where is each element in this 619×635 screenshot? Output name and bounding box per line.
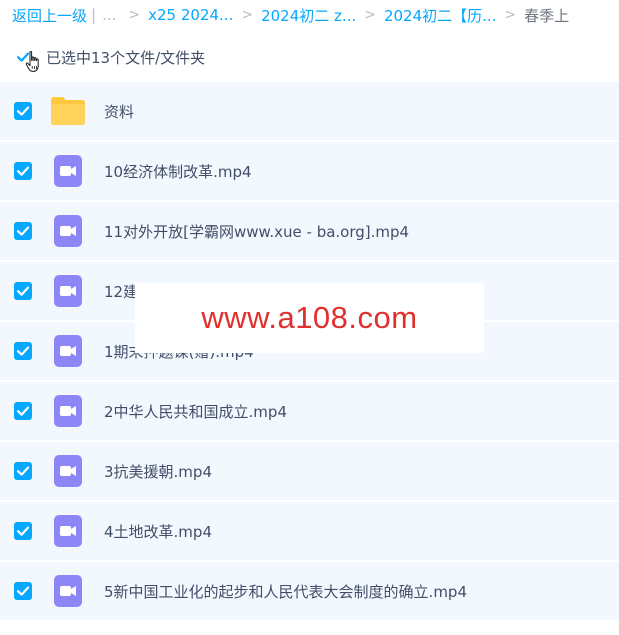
- check-icon: [16, 526, 30, 536]
- watermark-banner: www.a108.com: [135, 283, 484, 353]
- file-row[interactable]: 5新中国工业化的起步和人民代表大会制度的确立.mp4: [0, 562, 619, 622]
- file-row[interactable]: 4土地改革.mp4: [0, 502, 619, 562]
- row-checkbox[interactable]: [14, 522, 32, 540]
- row-checkbox[interactable]: [14, 582, 32, 600]
- check-icon: [16, 106, 30, 116]
- breadcrumb-item[interactable]: x25 2024...: [148, 6, 233, 24]
- file-name: 12建: [104, 282, 139, 301]
- file-name: 5新中国工业化的起步和人民代表大会制度的确立.mp4: [104, 582, 467, 601]
- breadcrumb: 返回上一级 | ... > x25 2024... > 2024初二 z... …: [0, 0, 619, 30]
- file-row[interactable]: 2中华人民共和国成立.mp4: [0, 382, 619, 442]
- breadcrumb-separator: >: [504, 7, 517, 23]
- file-row[interactable]: 资料: [0, 82, 619, 142]
- breadcrumb-separator: >: [364, 7, 376, 23]
- check-icon: [16, 166, 30, 176]
- breadcrumb-separator: >: [241, 7, 254, 23]
- back-link[interactable]: 返回上一级: [12, 5, 87, 26]
- breadcrumb-separator: >: [128, 7, 141, 23]
- row-checkbox[interactable]: [14, 462, 32, 480]
- file-row[interactable]: 3抗美援朝.mp4: [0, 442, 619, 502]
- check-icon: [16, 466, 30, 476]
- file-name: 11对外开放[学霸网www.xue - ba.org].mp4: [104, 222, 410, 241]
- file-name: 资料: [104, 102, 135, 121]
- video-file-icon: [50, 153, 86, 189]
- file-row[interactable]: 11对外开放[学霸网www.xue - ba.org].mp4: [0, 202, 619, 262]
- check-icon: [16, 586, 30, 596]
- file-name: 10经济体制改革.mp4: [104, 162, 252, 181]
- check-icon: [16, 286, 30, 296]
- video-file-icon: [50, 573, 86, 609]
- video-file-icon: [50, 453, 86, 489]
- watermark-text: www.a108.com: [201, 300, 418, 335]
- file-name: 4土地改革.mp4: [104, 522, 212, 541]
- file-name: 2中华人民共和国成立.mp4: [104, 402, 287, 421]
- hand-cursor-icon: [25, 50, 39, 72]
- selection-count: 已选中13个文件/文件夹: [46, 48, 206, 67]
- breadcrumb-item[interactable]: 2024初二 z...: [261, 5, 356, 26]
- check-icon: [16, 346, 30, 356]
- breadcrumb-divider: |: [91, 6, 97, 24]
- row-checkbox[interactable]: [14, 222, 32, 240]
- folder-icon: [50, 93, 86, 129]
- breadcrumb-current: 春季上: [524, 6, 570, 25]
- row-checkbox[interactable]: [14, 282, 32, 300]
- video-file-icon: [50, 513, 86, 549]
- file-row[interactable]: 10经济体制改革.mp4: [0, 142, 619, 202]
- file-name: 3抗美援朝.mp4: [104, 462, 212, 481]
- row-checkbox[interactable]: [14, 102, 32, 120]
- video-file-icon: [50, 393, 86, 429]
- row-checkbox[interactable]: [14, 402, 32, 420]
- video-file-icon: [50, 333, 86, 369]
- row-checkbox[interactable]: [14, 342, 32, 360]
- row-checkbox[interactable]: [14, 162, 32, 180]
- check-icon: [16, 406, 30, 416]
- breadcrumb-ellipsis[interactable]: ...: [102, 6, 116, 24]
- check-icon: [16, 226, 30, 236]
- breadcrumb-item[interactable]: 2024初二【历...: [384, 5, 496, 26]
- video-file-icon: [50, 273, 86, 309]
- selection-bar: 已选中13个文件/文件夹: [0, 40, 619, 74]
- video-file-icon: [50, 213, 86, 249]
